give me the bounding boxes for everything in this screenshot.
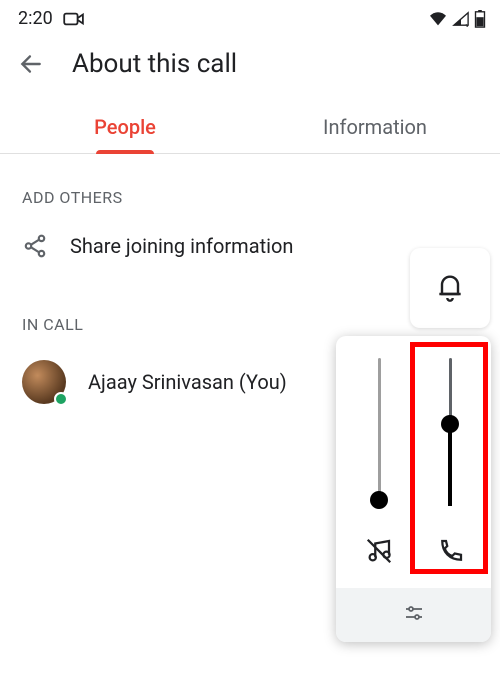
signal-icon: x (452, 11, 470, 27)
media-slider-track[interactable] (378, 358, 381, 506)
wifi-icon (428, 11, 448, 27)
presence-dot (54, 392, 68, 406)
tabs: People Information (0, 97, 500, 154)
header: About this call (0, 35, 500, 97)
share-icon (22, 233, 48, 259)
back-arrow-icon[interactable] (18, 51, 44, 77)
tab-information[interactable]: Information (250, 97, 500, 153)
camera-icon (63, 11, 85, 27)
tune-icon (402, 601, 426, 629)
status-time: 2:20 (18, 8, 53, 29)
battery-icon (474, 10, 486, 28)
tab-people[interactable]: People (0, 97, 250, 153)
call-slider-thumb[interactable] (441, 415, 459, 433)
page-title: About this call (72, 49, 237, 79)
media-slider-thumb[interactable] (370, 491, 388, 509)
phone-icon[interactable] (436, 536, 466, 566)
avatar (22, 360, 66, 404)
tab-information-label: Information (323, 115, 427, 139)
notification-button[interactable] (410, 248, 490, 328)
volume-panel (336, 336, 491, 642)
section-add-others: ADD OTHERS (0, 154, 500, 217)
bell-icon (434, 270, 466, 306)
settings-button[interactable] (336, 588, 491, 642)
tab-people-label: People (94, 115, 156, 139)
music-off-icon[interactable] (364, 536, 394, 566)
svg-text:x: x (465, 20, 469, 26)
call-slider-fill (448, 424, 452, 506)
status-bar: 2:20 x (0, 0, 500, 35)
